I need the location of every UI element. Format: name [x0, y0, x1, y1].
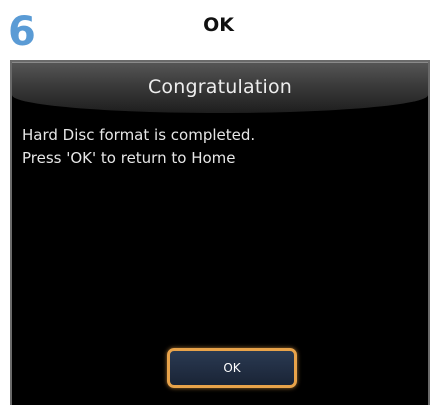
ok-button[interactable]: OK: [167, 348, 297, 388]
message-line: Press 'OK' to return to Home: [22, 149, 236, 167]
dialog-message: Hard Disc format is completed. Press 'OK…: [22, 124, 255, 170]
message-line: Hard Disc format is completed.: [22, 126, 256, 144]
tv-screen: Congratulation Hard Disc format is compl…: [10, 60, 430, 405]
dialog-title: Congratulation: [147, 76, 293, 98]
step-title: OK: [203, 14, 234, 36]
dialog-header: Congratulation: [12, 62, 428, 113]
